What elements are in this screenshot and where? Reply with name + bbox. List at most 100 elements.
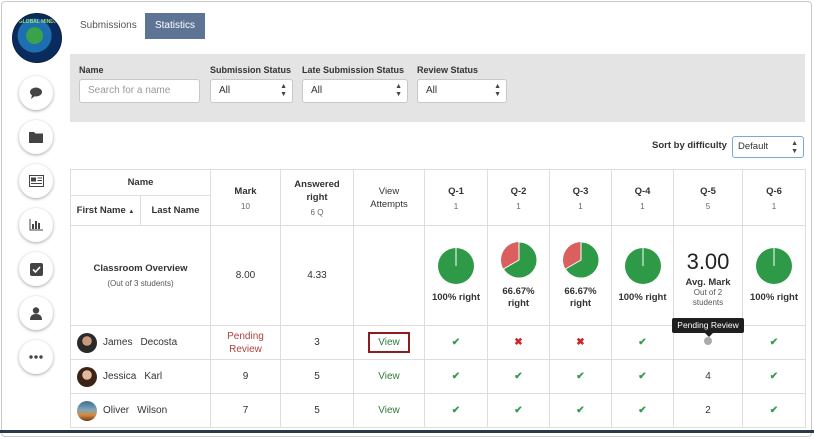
q5-average-sub: Out of 2 students xyxy=(692,288,724,307)
name-search-input[interactable]: Search for a name xyxy=(79,79,200,103)
more-button[interactable] xyxy=(19,340,53,374)
classroom-overview-row: Classroom Overview (Out of 3 students) 8.… xyxy=(70,225,806,326)
tasks-button[interactable] xyxy=(19,252,53,286)
avatar xyxy=(77,366,97,387)
answer-cell: ✔ xyxy=(549,393,612,428)
q5-average: 3.00 xyxy=(686,249,730,274)
answer-cell: ✖ xyxy=(549,325,612,360)
answered-cell: 5 xyxy=(280,359,354,394)
review-status-value: All xyxy=(426,85,438,96)
folder-button[interactable] xyxy=(19,120,53,154)
first-name: James xyxy=(103,337,133,348)
submission-status-value: All xyxy=(219,85,231,96)
checkbox-icon xyxy=(29,262,43,276)
overview-title-cell: Classroom Overview (Out of 3 students) xyxy=(70,225,211,326)
question-header[interactable]: Q-2 1 xyxy=(487,169,550,226)
attempts-header-cell: View Attempts xyxy=(353,169,425,226)
question-header[interactable]: Q-3 1 xyxy=(549,169,612,226)
statistics-button[interactable] xyxy=(19,208,53,242)
name-header-cell: Name First Name ▲ Last Name xyxy=(70,169,211,226)
question-header[interactable]: Q-5 5 xyxy=(673,169,743,226)
question-header[interactable]: Q-6 1 xyxy=(742,169,806,226)
answer-cell: ✔ xyxy=(424,359,488,394)
check-icon: ✔ xyxy=(451,405,461,416)
attempts-cell: View xyxy=(353,393,425,428)
first-name: Oliver xyxy=(103,405,130,416)
gradebook-button[interactable] xyxy=(19,164,53,198)
answer-cell: ✔ xyxy=(742,325,806,360)
check-icon: ✔ xyxy=(638,371,647,382)
last-name: Karl xyxy=(144,371,163,382)
header-row: Name First Name ▲ Last Name Mark 10 Answe… xyxy=(70,169,806,226)
avatar xyxy=(77,332,97,353)
sort-value: Default xyxy=(738,141,769,152)
mark-max: 10 xyxy=(241,201,250,211)
overview-subtitle: (Out of 3 students) xyxy=(107,279,174,288)
check-icon: ✔ xyxy=(638,337,647,348)
q2-overview-cell: 66.67% right xyxy=(487,225,550,326)
q5-score-cell: 4 xyxy=(673,359,743,394)
pending-review-status[interactable]: Pending Review xyxy=(211,330,280,356)
table-row: Oliver Wilson 7 5 View ✔ ✔ ✔ ✔ 2 ✔ xyxy=(70,393,806,428)
q4-percent: 100% right xyxy=(618,292,667,303)
tab-submissions[interactable]: Submissions xyxy=(70,13,147,39)
overview-mark: 8.00 xyxy=(210,225,281,326)
first-name-sort-header[interactable]: First Name ▲ xyxy=(71,196,141,225)
mark-cell: 9 xyxy=(210,359,281,394)
name-header: Name xyxy=(71,170,210,196)
attempts-cell: View xyxy=(353,359,425,394)
q1-percent: 100% right xyxy=(431,292,481,303)
check-icon: ✔ xyxy=(638,405,647,416)
overview-title: Classroom Overview xyxy=(93,263,188,274)
answer-cell: ✔ xyxy=(611,325,674,360)
last-name-header[interactable]: Last Name xyxy=(141,196,210,225)
tab-statistics[interactable]: Statistics xyxy=(145,13,205,39)
answered-header-cell: Answered right 6 Q xyxy=(280,169,354,226)
check-icon: ✔ xyxy=(451,371,461,382)
late-status-value: All xyxy=(311,85,323,96)
question-header[interactable]: Q-1 1 xyxy=(424,169,488,226)
review-status-select[interactable]: All ▲ ▼ xyxy=(417,79,507,103)
logo-text: GLOBAL MINDS xyxy=(18,19,58,25)
q6-percent: 100% right xyxy=(749,292,799,303)
answer-cell: ✖ xyxy=(487,325,550,360)
answer-cell: ✔ xyxy=(611,393,674,428)
view-attempts-link[interactable]: View xyxy=(378,405,400,416)
sort-select[interactable]: Default ▲ ▼ xyxy=(732,136,804,158)
select-caret-icon: ▲ ▼ xyxy=(280,83,287,98)
submission-status-select[interactable]: All ▲ ▼ xyxy=(210,79,293,103)
mark-cell: 7 xyxy=(210,393,281,428)
select-caret-icon: ▲ ▼ xyxy=(494,83,501,98)
submission-status-label: Submission Status xyxy=(210,65,292,75)
check-icon: ✔ xyxy=(769,371,779,382)
app-window: GLOBAL MINDS Submissions Statistics Name… xyxy=(1,1,812,437)
cross-icon: ✖ xyxy=(514,337,523,348)
q5-average-label: Avg. Mark xyxy=(685,277,731,288)
question-header[interactable]: Q-4 1 xyxy=(611,169,674,226)
school-logo[interactable]: GLOBAL MINDS xyxy=(12,13,62,63)
check-icon: ✔ xyxy=(769,337,779,348)
q1-overview-cell: 100% right xyxy=(424,225,488,326)
user-icon xyxy=(30,306,42,320)
answer-cell: ✔ xyxy=(611,359,674,394)
q4-overview-cell: 100% right xyxy=(611,225,674,326)
more-dots-icon xyxy=(29,355,43,359)
select-caret-icon: ▲ ▼ xyxy=(395,83,402,98)
last-name: Decosta xyxy=(140,337,178,348)
pie-chart xyxy=(562,241,599,279)
chat-button[interactable] xyxy=(19,76,53,110)
view-attempts-link[interactable]: View xyxy=(368,332,410,353)
first-name: Jessica xyxy=(103,371,137,382)
check-icon: ✔ xyxy=(769,405,779,416)
answer-cell: ✔ xyxy=(424,325,488,360)
q3-overview-cell: 66.67% right xyxy=(549,225,612,326)
overview-attempts-cell xyxy=(353,225,425,326)
profile-button[interactable] xyxy=(19,296,53,330)
pie-chart xyxy=(500,241,537,279)
student-name-cell: Oliver Wilson xyxy=(70,393,211,428)
late-status-select[interactable]: All ▲ ▼ xyxy=(302,79,408,103)
chat-icon xyxy=(30,87,42,99)
cross-icon: ✖ xyxy=(576,337,585,348)
view-attempts-link[interactable]: View xyxy=(378,371,400,382)
pie-chart xyxy=(756,248,792,284)
